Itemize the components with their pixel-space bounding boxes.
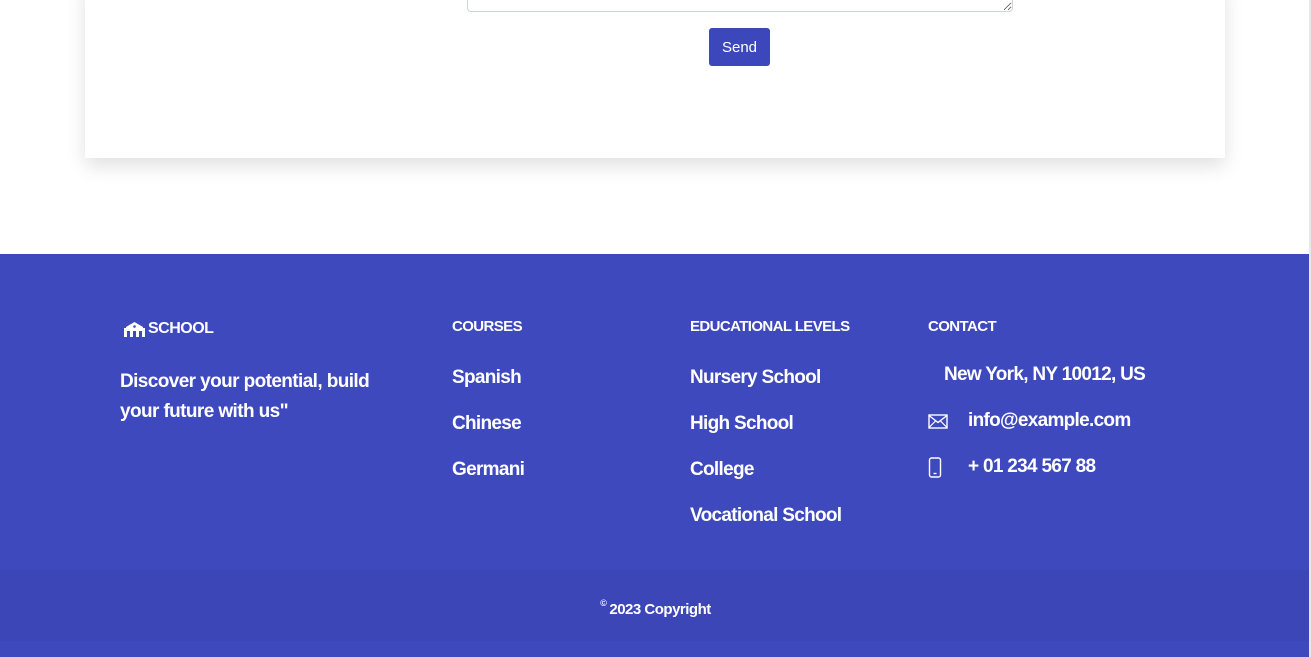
message-textarea[interactable] — [467, 0, 1013, 12]
course-link-spanish[interactable]: Spanish — [452, 367, 522, 388]
courses-heading: COURSES — [452, 318, 523, 335]
page: Send SCHOOL Discover your potential, bui… — [0, 0, 1311, 657]
site-footer: SCHOOL Discover your potential, build yo… — [0, 254, 1311, 570]
levels-list: Nursery School High School College Vocat… — [690, 364, 842, 548]
course-item: Chinese — [452, 410, 524, 456]
contact-heading: CONTACT — [928, 318, 997, 335]
contact-address: New York, NY 10012, US — [928, 364, 1146, 386]
course-item: Germani — [452, 456, 525, 502]
level-item: High School — [690, 410, 841, 456]
level-item: Nursery School — [690, 364, 841, 410]
send-button[interactable]: Send — [709, 28, 770, 66]
footer-bottom-strip — [0, 641, 1311, 657]
level-link-college[interactable]: College — [690, 459, 754, 480]
school-icon — [124, 321, 145, 337]
email-text: info@example.com — [968, 410, 1131, 431]
level-item: College — [690, 456, 841, 502]
copyright-text: 2023 Copyright — [609, 601, 711, 618]
level-link-nursery[interactable]: Nursery School — [690, 367, 821, 388]
phone-text: + 01 234 567 88 — [968, 456, 1096, 477]
course-item: Spanish — [452, 364, 524, 410]
contact-phone[interactable]: + 01 234 567 88 — [928, 456, 1096, 478]
contact-email[interactable]: info@example.com — [928, 410, 1131, 432]
envelope-icon — [928, 413, 968, 429]
brand-name: SCHOOL — [148, 320, 214, 337]
course-link-germani[interactable]: Germani — [452, 459, 525, 480]
address-text: New York, NY 10012, US — [944, 364, 1146, 385]
copyright-symbol: © — [600, 598, 607, 608]
phone-icon — [928, 456, 968, 478]
level-link-high-school[interactable]: High School — [690, 413, 794, 434]
footer-tagline: Discover your potential, build your futu… — [120, 371, 370, 422]
course-link-chinese[interactable]: Chinese — [452, 413, 522, 434]
footer-brand[interactable]: SCHOOL — [124, 320, 214, 338]
copyright-bar: © 2023 Copyright — [0, 570, 1311, 641]
courses-list: Spanish Chinese Germani — [452, 364, 525, 502]
levels-heading: EDUCATIONAL LEVELS — [690, 318, 850, 335]
contact-form-card: Send — [85, 0, 1225, 158]
level-item: Vocational School — [690, 502, 842, 548]
level-link-vocational[interactable]: Vocational School — [690, 505, 842, 526]
